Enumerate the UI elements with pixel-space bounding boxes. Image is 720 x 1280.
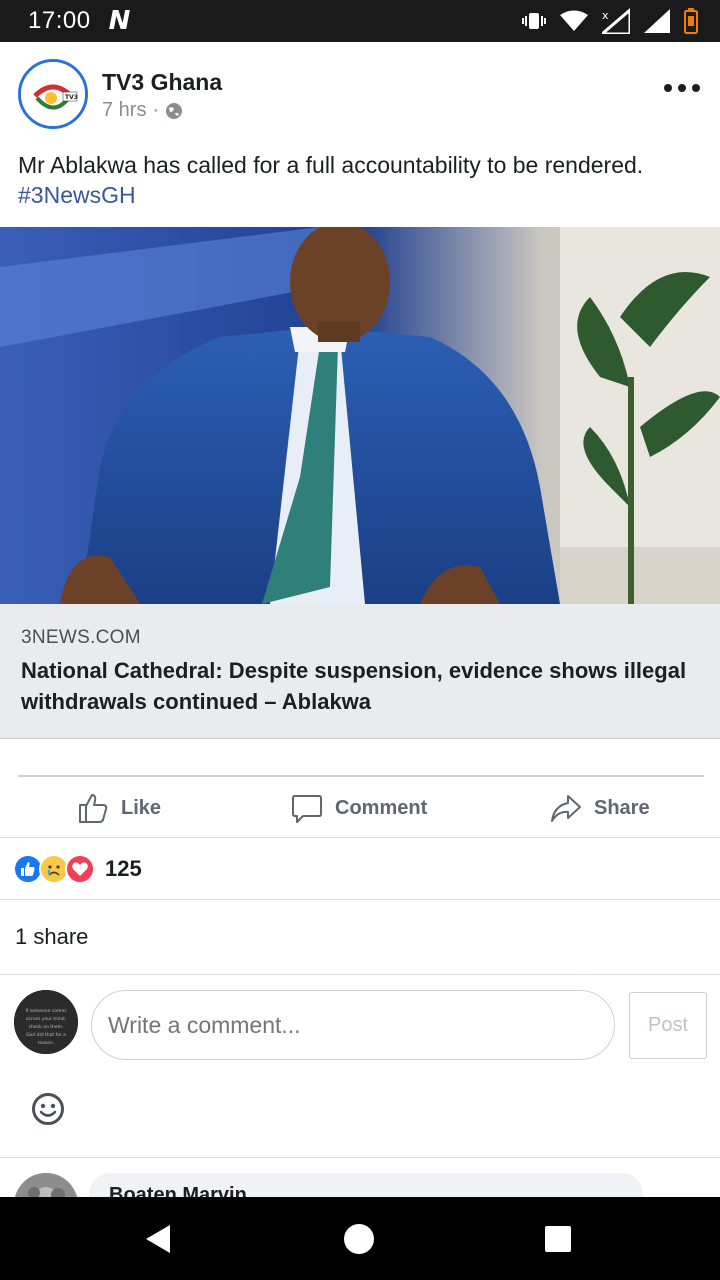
link-domain: 3NEWS.COM — [21, 627, 141, 648]
post-header: TV3 TV3 Ghana 7 hrs · — [0, 42, 720, 142]
like-label: Like — [121, 796, 162, 819]
svg-text:across your mind,: across your mind, — [26, 1016, 66, 1022]
status-icons: x — [522, 8, 698, 34]
status-bar: 17:00 N x — [0, 0, 720, 42]
recents-square-icon — [545, 1226, 571, 1252]
news-photo-image — [0, 227, 720, 604]
comment-composer: If someone comes across your mind, check… — [0, 976, 720, 1158]
reaction-count: 125 — [105, 856, 142, 881]
home-button[interactable] — [337, 1217, 381, 1261]
comment-label: Comment — [335, 796, 428, 819]
hashtag-link[interactable]: #3NewsGH — [18, 182, 136, 208]
dot-icon — [678, 84, 686, 92]
wifi-icon — [560, 10, 588, 31]
comment-bubble[interactable]: Boaten Marvin — [89, 1173, 643, 1197]
share-button[interactable]: Share — [550, 788, 650, 828]
shares-label: 1 share — [15, 924, 89, 949]
divider — [18, 775, 704, 777]
user-avatar: If someone comes across your mind, check… — [14, 990, 78, 1054]
battery-low-icon — [684, 8, 698, 34]
dot-icon — [664, 84, 672, 92]
svg-text:check on them.: check on them. — [29, 1024, 64, 1030]
svg-text:God did that for a: God did that for a — [26, 1032, 66, 1038]
shares-count[interactable]: 1 share — [0, 900, 720, 975]
dot-icon — [692, 84, 700, 92]
recents-button[interactable] — [536, 1217, 580, 1261]
back-triangle-icon — [146, 1225, 170, 1253]
post-message: Mr Ablakwa has called for a full account… — [18, 152, 644, 178]
comment-item: Boaten Marvin — [0, 1159, 720, 1197]
back-button[interactable] — [136, 1217, 180, 1261]
tv3-logo-icon: TV3 — [21, 62, 85, 126]
comment-button[interactable]: Comment — [291, 788, 427, 828]
thumbs-up-icon — [79, 794, 108, 823]
link-preview[interactable]: 3NEWS.COM National Cathedral: Despite su… — [0, 604, 720, 739]
like-button[interactable]: Like — [77, 788, 161, 828]
system-nav-bar — [0, 1197, 720, 1280]
post-meta: 7 hrs · — [102, 99, 183, 122]
svg-text:TV3: TV3 — [65, 94, 78, 101]
action-bar: Like Comment Share — [0, 780, 720, 838]
svg-text:reason.: reason. — [38, 1040, 55, 1046]
page-avatar[interactable]: TV3 — [18, 59, 88, 129]
post-photo[interactable] — [0, 227, 720, 604]
commenter-name[interactable]: Boaten Marvin — [109, 1184, 247, 1197]
meta-separator: · — [152, 99, 160, 121]
share-label: Share — [594, 796, 650, 819]
author-name[interactable]: TV3 Ghana — [102, 69, 222, 96]
notification-icon: N — [108, 6, 131, 36]
emoji-icon[interactable] — [31, 1092, 65, 1126]
more-options-button[interactable] — [664, 76, 700, 100]
signal-icon — [644, 9, 670, 33]
svg-text:If someone comes: If someone comes — [25, 1008, 67, 1014]
comment-input[interactable] — [91, 990, 615, 1060]
vibrate-icon — [522, 13, 546, 29]
post-comment-button[interactable]: Post — [629, 992, 707, 1059]
post-time[interactable]: 7 hrs — [102, 99, 146, 122]
comment-icon — [292, 795, 322, 823]
reactions-summary[interactable]: 125 — [0, 839, 720, 900]
commenter-avatar[interactable] — [14, 1173, 78, 1197]
love-icon — [65, 854, 95, 884]
signal-off-icon: x — [602, 8, 630, 34]
svg-text:x: x — [602, 9, 609, 22]
share-arrow-icon — [551, 795, 581, 822]
home-circle-icon — [344, 1224, 374, 1254]
post-text: Mr Ablakwa has called for a full account… — [18, 150, 708, 210]
status-time: 17:00 — [28, 7, 91, 34]
link-title: National Cathedral: Despite suspension, … — [21, 658, 687, 714]
globe-icon — [166, 102, 183, 119]
